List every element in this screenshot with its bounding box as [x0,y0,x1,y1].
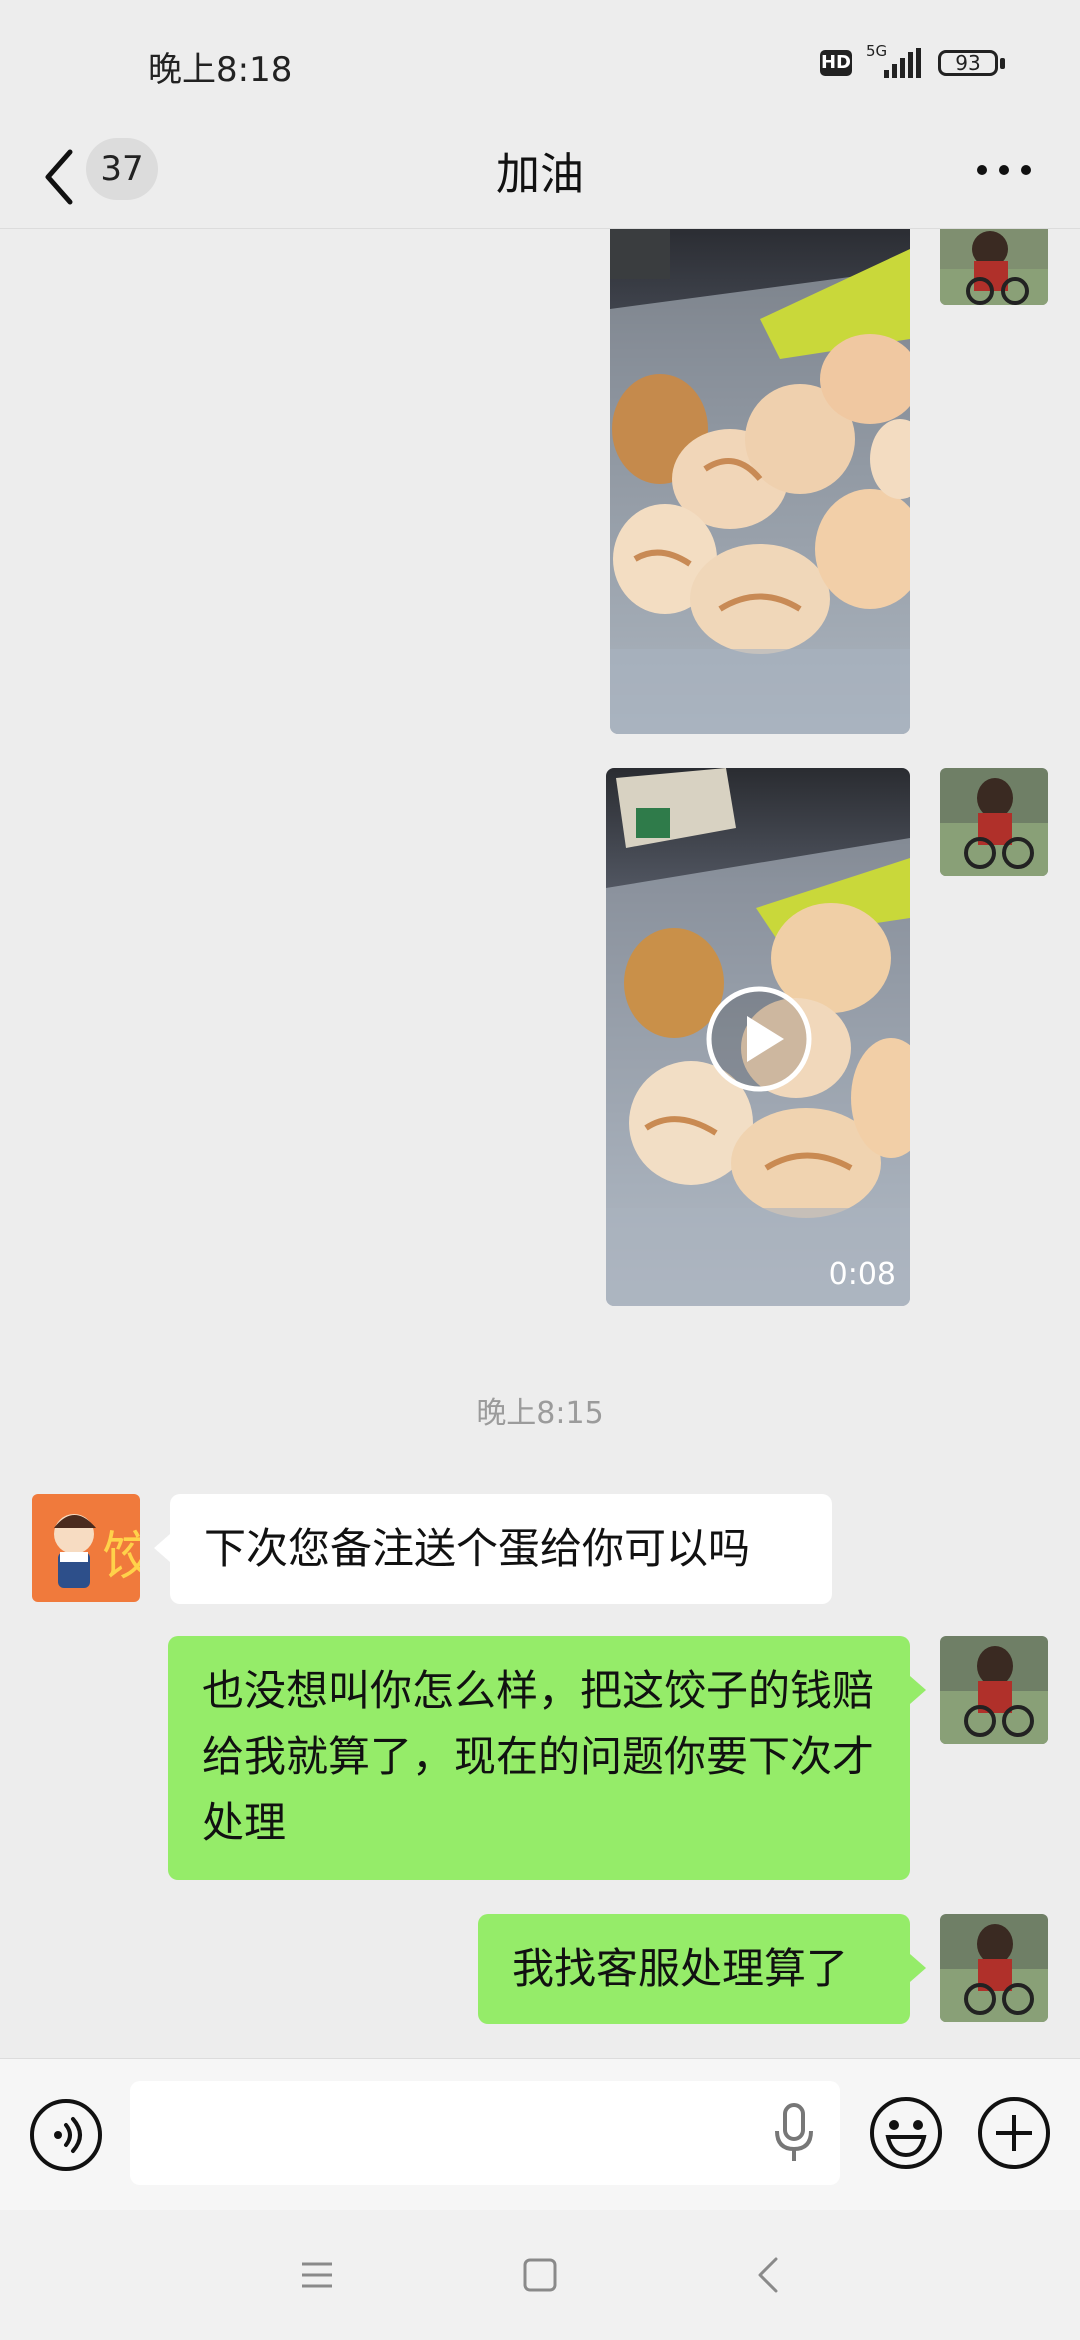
own-avatar[interactable] [940,1636,1048,1744]
battery-icon: 93 [938,50,998,76]
chat-header: 37 加油 [0,130,1080,230]
svg-text:饺: 饺 [102,1527,140,1587]
bubble-tail [154,1534,170,1562]
incoming-message-bubble[interactable]: 下次您备注送个蛋给你可以吗 [170,1494,832,1604]
header-divider [0,228,1080,229]
microphone-icon[interactable] [772,2101,816,2165]
video-message[interactable]: 0:08 [606,768,910,1306]
image-message[interactable] [610,229,910,734]
menu-icon[interactable] [300,2258,334,2292]
battery-tip [1000,58,1005,69]
outgoing-message-bubble[interactable]: 也没想叫你怎么样，把这饺子的钱赔给我就算了，现在的问题你要下次才处理 [168,1636,910,1880]
system-nav-bar [0,2210,1080,2340]
bubble-tail [910,1676,926,1704]
own-avatar[interactable] [940,1914,1048,2022]
own-avatar[interactable] [940,768,1048,876]
input-bar [0,2058,1080,2211]
more-options-icon[interactable] [976,160,1032,180]
emoji-icon[interactable] [868,2095,944,2171]
hd-badge: HD [820,50,852,76]
avatar-photo [940,1914,1048,2022]
own-avatar[interactable] [940,229,1048,305]
contact-avatar[interactable]: 饺 [32,1494,140,1602]
signal-icon [884,48,921,78]
avatar-photo [940,1636,1048,1744]
message-input[interactable] [130,2081,840,2185]
outgoing-message-bubble[interactable]: 我找客服处理算了 [478,1914,910,2024]
home-icon[interactable] [523,2258,557,2292]
cartoon-avatar: 饺 [32,1494,140,1602]
battery-level: 93 [955,51,981,75]
avatar-photo [940,229,1048,305]
status-time: 晚上8:18 [148,50,293,90]
message-timestamp: 晚上8:15 [476,1396,604,1431]
dumpling-photo [610,229,910,734]
chat-title: 加油 [496,149,584,200]
avatar-photo [940,768,1048,876]
bubble-tail [910,1954,926,1982]
status-bar: 晚上8:18 HD 5G 93 [0,0,1080,130]
nav-back-icon[interactable] [756,2256,780,2294]
voice-icon[interactable] [28,2097,104,2173]
plus-icon[interactable] [976,2095,1052,2171]
play-icon[interactable] [704,984,814,1094]
video-duration: 0:08 [828,1257,896,1292]
